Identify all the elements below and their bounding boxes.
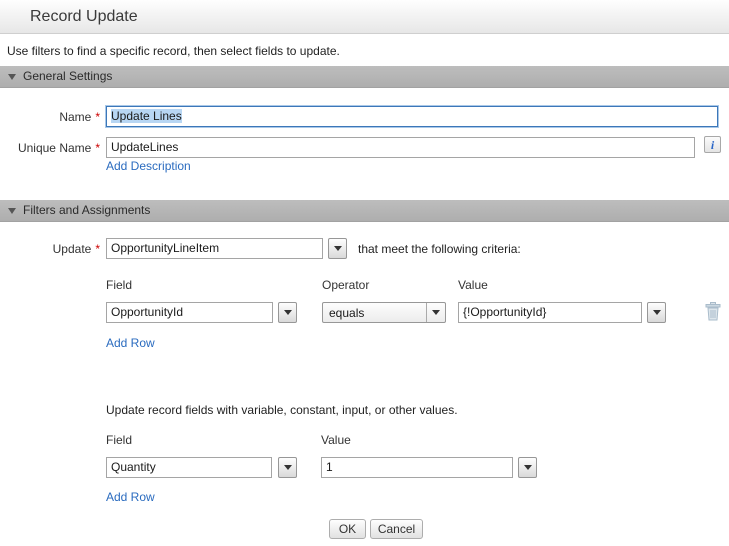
chevron-down-icon — [524, 465, 532, 470]
filters-add-row-link[interactable]: Add Row — [106, 336, 155, 350]
dialog-titlebar: Record Update — [0, 0, 729, 34]
unique-name-input[interactable]: UpdateLines — [106, 137, 695, 158]
assignment-field-combobox[interactable]: Quantity — [106, 457, 272, 478]
filters-assignments-section-header[interactable]: Filters and Assignments — [0, 200, 729, 222]
unique-name-info-button[interactable]: i — [704, 136, 721, 153]
general-settings-section-header[interactable]: General Settings — [0, 66, 729, 88]
update-object-dropdown-button[interactable] — [328, 238, 347, 259]
assignment-value-combobox[interactable]: 1 — [321, 457, 513, 478]
assignment-field-column-header: Field — [106, 433, 132, 447]
filter-value-dropdown-button[interactable] — [647, 302, 666, 323]
chevron-down-icon — [334, 246, 342, 251]
assignment-value-column-header: Value — [321, 433, 351, 447]
collapse-triangle-icon — [8, 208, 16, 214]
update-object-combobox[interactable]: OpportunityLineItem — [106, 238, 323, 259]
general-settings-header-label: General Settings — [23, 66, 112, 87]
trash-icon — [705, 302, 721, 321]
chevron-down-icon — [653, 310, 661, 315]
required-asterisk: * — [95, 141, 100, 155]
info-icon: i — [711, 139, 714, 151]
chevron-down-icon — [284, 465, 292, 470]
required-asterisk: * — [95, 242, 100, 256]
assignment-value-dropdown-button[interactable] — [518, 457, 537, 478]
chevron-down-icon — [432, 310, 440, 315]
assignment-field-dropdown-button[interactable] — [278, 457, 297, 478]
unique-name-label: Unique Name* — [0, 141, 100, 155]
filter-field-column-header: Field — [106, 278, 132, 292]
cancel-button[interactable]: Cancel — [370, 519, 423, 539]
collapse-triangle-icon — [8, 74, 16, 80]
filter-value-combobox[interactable]: {!OpportunityId} — [458, 302, 642, 323]
filter-field-dropdown-button[interactable] — [278, 302, 297, 323]
select-arrow-section — [426, 303, 445, 322]
update-label: Update* — [0, 242, 100, 256]
record-update-dialog: Record Update Use filters to find a spec… — [0, 0, 729, 546]
name-input-selected-text: Update Lines — [111, 109, 182, 123]
delete-row-button[interactable] — [705, 302, 721, 321]
criteria-text: that meet the following criteria: — [358, 242, 521, 256]
filter-value-column-header: Value — [458, 278, 488, 292]
filter-operator-select[interactable]: equals — [322, 302, 446, 323]
add-description-link[interactable]: Add Description — [106, 159, 191, 173]
filters-assignments-header-label: Filters and Assignments — [23, 200, 150, 221]
ok-button[interactable]: OK — [329, 519, 366, 539]
required-asterisk: * — [95, 110, 100, 124]
filter-field-combobox[interactable]: OpportunityId — [106, 302, 273, 323]
assignments-description: Update record fields with variable, cons… — [106, 403, 458, 417]
name-label: Name* — [0, 110, 100, 124]
filter-operator-column-header: Operator — [322, 278, 369, 292]
name-input[interactable]: Update Lines — [106, 106, 718, 127]
assignments-add-row-link[interactable]: Add Row — [106, 490, 155, 504]
chevron-down-icon — [284, 310, 292, 315]
dialog-description: Use filters to find a specific record, t… — [7, 44, 340, 58]
dialog-title: Record Update — [30, 0, 138, 33]
